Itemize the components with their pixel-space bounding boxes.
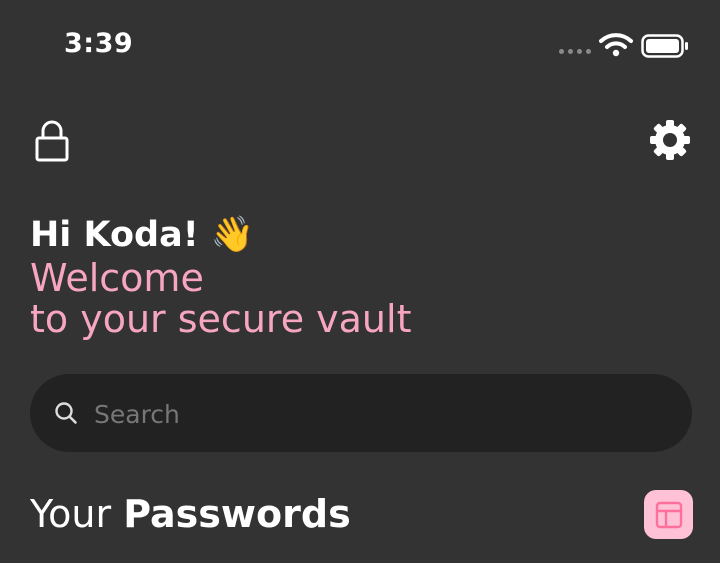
gear-icon[interactable]: [648, 118, 692, 162]
cellular-signal-icon: [559, 49, 591, 54]
layout-toggle-button[interactable]: [644, 490, 693, 539]
welcome-subline: to your secure vault: [30, 297, 412, 341]
lock-icon[interactable]: [34, 119, 70, 163]
status-time: 3:39: [64, 28, 134, 59]
layout-icon: [655, 501, 682, 528]
section-title-regular: Your: [30, 492, 124, 536]
search-bar[interactable]: [30, 374, 692, 452]
passwords-section-title: Your Passwords: [30, 490, 351, 538]
search-icon: [55, 402, 77, 424]
battery-icon: [641, 34, 688, 58]
search-input[interactable]: [92, 393, 656, 435]
wifi-icon: [599, 33, 633, 57]
welcome-line: Welcome: [30, 256, 204, 300]
section-title-bold: Passwords: [123, 492, 351, 536]
greeting-title: Hi Koda! 👋: [30, 215, 255, 255]
